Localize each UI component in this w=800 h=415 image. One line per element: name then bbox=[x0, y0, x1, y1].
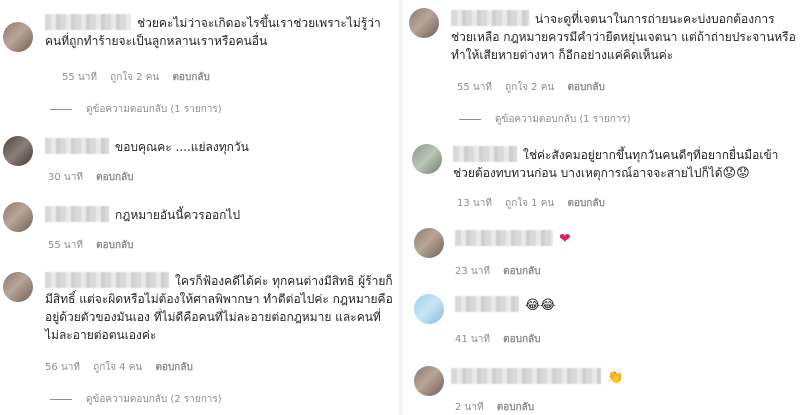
comment-text-block: 👏 bbox=[451, 368, 796, 387]
comment-likes[interactable]: ถูกใจ 2 คน bbox=[110, 72, 159, 83]
username-redacted[interactable] bbox=[45, 272, 169, 288]
username-redacted[interactable] bbox=[451, 10, 529, 26]
comment-text: กฎหมายอันนี้ควรออกไป bbox=[115, 208, 241, 222]
reply-button[interactable]: ตอบกลับ bbox=[503, 266, 540, 277]
comment-meta: 30 นาที ตอบกลับ bbox=[48, 170, 144, 185]
clapping-hands-emoji: 👏 bbox=[607, 370, 624, 385]
username-redacted[interactable] bbox=[455, 230, 553, 246]
column-divider bbox=[399, 0, 403, 415]
comment-time: 30 นาที bbox=[48, 172, 83, 183]
comment-time: 56 นาที bbox=[45, 362, 80, 373]
avatar[interactable] bbox=[3, 22, 33, 52]
comment-meta: 55 นาที ตอบกลับ bbox=[48, 238, 144, 253]
comment-time: 55 นาที bbox=[457, 82, 492, 93]
comment-meta: 2 นาที ตอบกลับ bbox=[455, 400, 544, 415]
comment-meta: 56 นาที ถูกใจ 4 คน ตอบกลับ bbox=[45, 360, 203, 375]
comment-meta: 55 นาที ถูกใจ 2 คน ตอบกลับ bbox=[457, 80, 615, 95]
comment-text-block: ขอบคุณคะ ....แย่ลงทุกวัน bbox=[45, 138, 395, 156]
reply-button[interactable]: ตอบกลับ bbox=[96, 240, 133, 251]
reply-button[interactable]: ตอบกลับ bbox=[503, 334, 540, 345]
view-replies-button[interactable]: ดูข้อความตอบกลับ (1 รายการ) bbox=[459, 112, 631, 127]
avatar[interactable] bbox=[409, 8, 439, 38]
laughing-emoji: 😂😂 bbox=[525, 298, 556, 313]
reply-button[interactable]: ตอบกลับ bbox=[567, 82, 604, 93]
comment-likes[interactable]: ถูกใจ 4 คน bbox=[93, 362, 142, 373]
comment-text-block: ช่วยคะไม่ว่าจะเกิดอะไรขึ้นเราช่วยเพราะไม… bbox=[45, 14, 395, 50]
comment-text-block: ❤ bbox=[455, 230, 795, 248]
reply-button[interactable]: ตอบกลับ bbox=[172, 72, 209, 83]
comment-time: 41 นาที bbox=[455, 334, 490, 345]
reply-button[interactable]: ตอบกลับ bbox=[96, 172, 133, 183]
comment-text-block: ใช่ค่ะสังคมอยู่ยากขึ้นทุกวันคนดีๆที่อยาก… bbox=[453, 146, 798, 183]
comment-text-block: น่าจะดูที่เจตนาในการถ่ายนะคะบ่งบอกต้องกา… bbox=[451, 10, 796, 64]
avatar[interactable] bbox=[3, 272, 33, 302]
comment-time: 55 นาที bbox=[62, 72, 97, 83]
username-redacted[interactable] bbox=[453, 146, 517, 162]
view-replies-button[interactable]: ดูข้อความตอบกลับ (2 รายการ) bbox=[50, 392, 222, 407]
avatar[interactable] bbox=[412, 144, 442, 174]
comment-time: 2 นาที bbox=[455, 402, 484, 413]
comment-time: 55 นาที bbox=[48, 240, 83, 251]
avatar[interactable] bbox=[414, 294, 444, 324]
username-redacted[interactable] bbox=[45, 138, 109, 154]
reply-button[interactable]: ตอบกลับ bbox=[567, 198, 604, 209]
comment-text-block: กฎหมายอันนี้ควรออกไป bbox=[45, 206, 395, 224]
comment-text-block: ใครก็ฟ้องคดีได้ค่ะ ทุกคนต่างมีสิทธิ ผู้ร… bbox=[45, 272, 393, 344]
username-redacted[interactable] bbox=[45, 206, 109, 222]
avatar[interactable] bbox=[414, 366, 444, 396]
comment-time: 13 นาที bbox=[457, 198, 492, 209]
reply-button[interactable]: ตอบกลับ bbox=[497, 402, 534, 413]
avatar[interactable] bbox=[3, 202, 33, 232]
heart-emoji: ❤ bbox=[559, 231, 571, 247]
comment-meta: 41 นาที ตอบกลับ bbox=[455, 332, 551, 347]
comment-meta: 55 นาที ถูกใจ 2 คน ตอบกลับ bbox=[62, 70, 220, 85]
sad-face-emoji: 😟😟 bbox=[722, 166, 750, 181]
replies-line bbox=[50, 398, 72, 400]
replies-line bbox=[50, 108, 72, 110]
reply-button[interactable]: ตอบกลับ bbox=[155, 362, 192, 373]
comment-meta: 13 นาที ถูกใจ 1 คน ตอบกลับ bbox=[457, 196, 615, 211]
username-redacted[interactable] bbox=[45, 14, 131, 30]
comment-likes[interactable]: ถูกใจ 1 คน bbox=[505, 198, 554, 209]
username-redacted[interactable] bbox=[455, 296, 519, 312]
view-replies-button[interactable]: ดูข้อความตอบกลับ (1 รายการ) bbox=[50, 102, 222, 117]
comment-text: ขอบคุณคะ ....แย่ลงทุกวัน bbox=[115, 140, 249, 154]
comment-meta: 23 นาที ตอบกลับ bbox=[455, 264, 551, 279]
avatar[interactable] bbox=[3, 136, 33, 166]
avatar[interactable] bbox=[414, 228, 444, 258]
comment-text-block: 😂😂 bbox=[455, 296, 795, 315]
username-redacted[interactable] bbox=[451, 368, 601, 384]
comment-likes[interactable]: ถูกใจ 2 คน bbox=[505, 82, 554, 93]
replies-line bbox=[459, 118, 481, 120]
comment-time: 23 นาที bbox=[455, 266, 490, 277]
